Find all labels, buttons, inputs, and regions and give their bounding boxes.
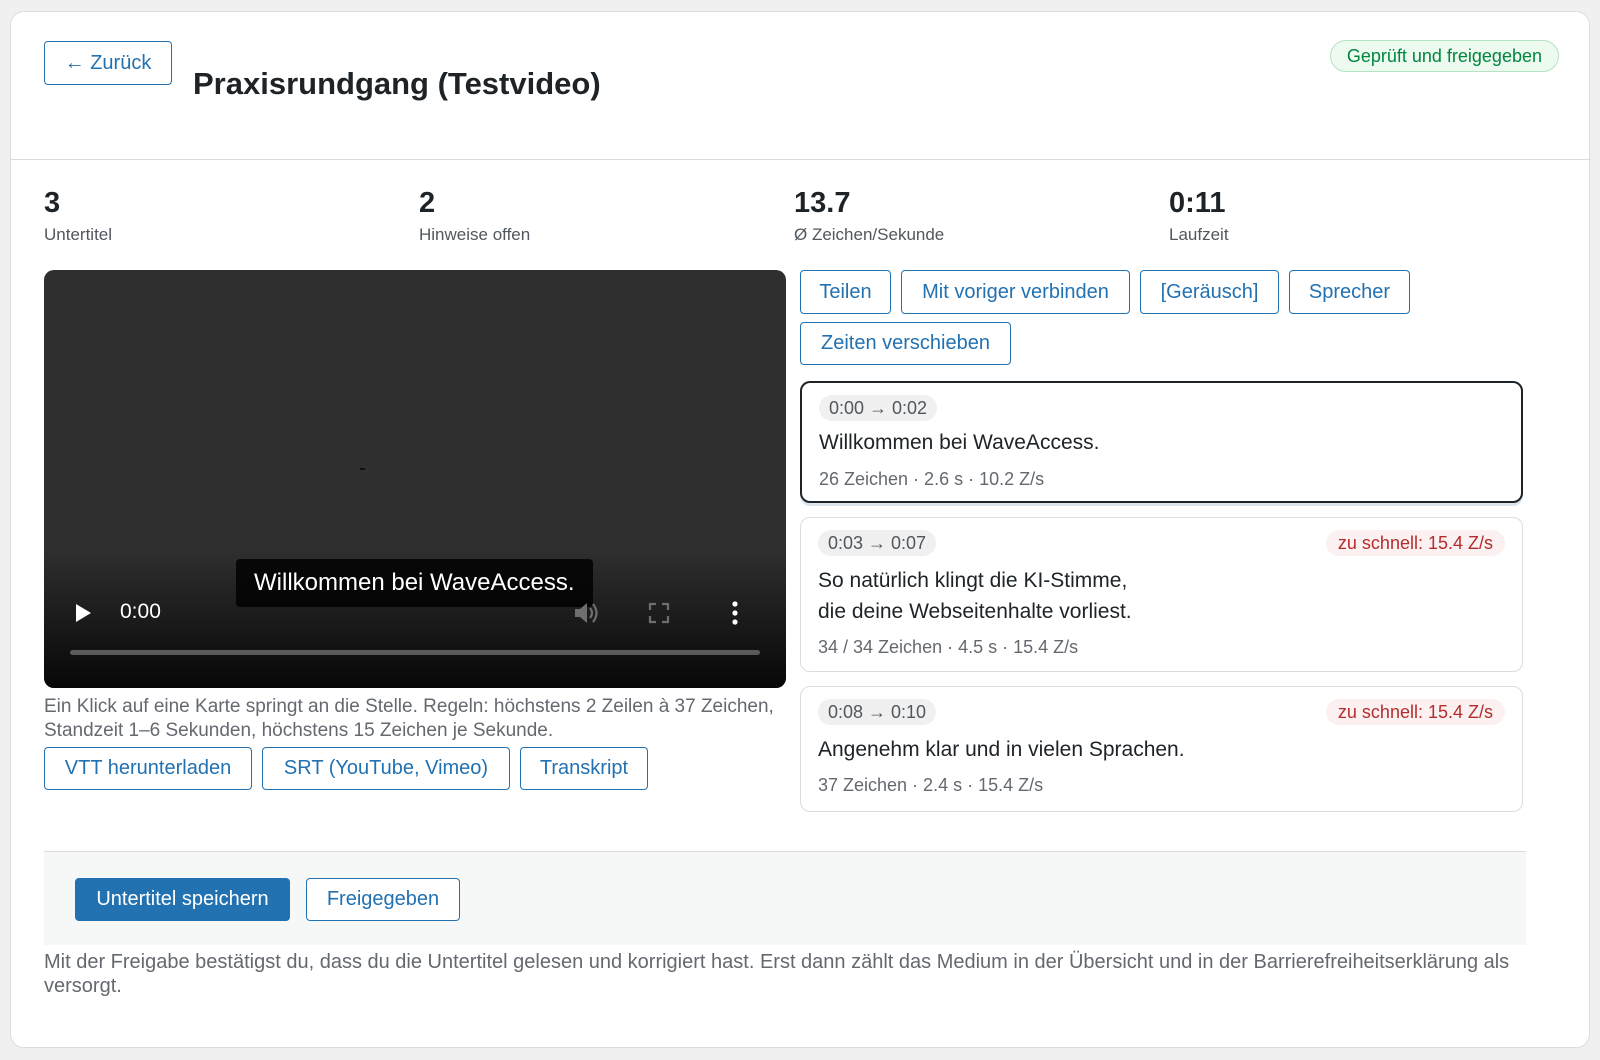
status-badge: Geprüft und freigegeben [1329,40,1559,72]
time-range-badge: 0:03 → 0:07 [818,530,937,556]
video-frame-detail [360,468,365,470]
video-player[interactable]: Willkommen bei WaveAccess. 0:00 [44,270,786,688]
stat-duration: 0:11 Laufzeit [1169,187,1229,245]
page-title: Praxisrundgang (Testvideo) [193,66,601,101]
stat-value: 3 [44,187,61,219]
fullscreen-icon[interactable] [648,602,670,624]
release-note: Mit der Freigabe bestätigst du, dass du … [44,951,1510,997]
release-button[interactable]: Freigegeben [306,878,460,921]
merge-previous-button[interactable]: Mit voriger verbinden [901,270,1130,314]
video-progress-bar[interactable] [70,650,760,655]
time-range-badge: 0:00 → 0:02 [819,395,938,421]
caption-overlay: Willkommen bei WaveAccess. [236,559,593,607]
download-srt-button[interactable]: SRT (YouTube, Vimeo) [262,747,510,790]
stat-label: Ø Zeichen/Sekunde [794,225,945,244]
stat-subtitles: 3 Untertitel [44,187,112,245]
download-vtt-button[interactable]: VTT herunterladen [44,747,252,790]
subtitle-meta: 37 Zeichen · 2.4 s · 15.4 Z/s [818,775,1044,795]
stat-label: Untertitel [44,225,113,244]
stat-open-hints: 2 Hinweise offen [419,187,530,245]
subtitle-line-2: die deine Webseitenhalte vorliest. [818,600,1132,623]
stat-value: 13.7 [794,187,851,219]
subtitle-text: Angenehm klar und in vielen Sprachen. [818,738,1185,761]
speaker-button[interactable]: Sprecher [1289,270,1410,314]
save-subtitles-button[interactable]: Untertitel speichern [75,878,290,921]
subtitle-meta: 26 Zeichen · 2.6 s · 10.2 Z/s [819,469,1045,489]
transcript-button[interactable]: Transkript [520,747,648,790]
speed-warning-badge: zu schnell: 15.4 Z/s [1325,699,1505,725]
stat-label: Laufzeit [1169,225,1229,244]
editor-card: ← Zurück Praxisrundgang (Testvideo) Gepr… [10,11,1591,1048]
subtitle-card-active[interactable]: 0:00 → 0:02 Willkommen bei WaveAccess. 2… [800,381,1523,503]
stat-value: 0:11 [1169,187,1226,219]
subtitle-meta: 34 / 34 Zeichen · 4.5 s · 15.4 Z/s [818,637,1079,657]
speed-warning-badge: zu schnell: 15.4 Z/s [1325,530,1505,556]
shift-times-button[interactable]: Zeiten verschieben [800,322,1011,365]
stat-value: 2 [419,187,436,219]
play-icon[interactable] [76,604,91,622]
split-button[interactable]: Teilen [800,270,891,314]
stat-chars-per-second: 13.7 Ø Zeichen/Sekunde [794,187,944,245]
noise-tag-button[interactable]: [Geräusch] [1140,270,1279,314]
time-range-badge: 0:08 → 0:10 [818,699,937,725]
page-header: ← Zurück Praxisrundgang (Testvideo) Gepr… [11,12,1591,160]
more-options-icon[interactable] [730,600,740,626]
action-bar: Untertitel speichern Freigegeben [44,851,1526,945]
back-button[interactable]: ← Zurück [44,41,172,85]
stat-label: Hinweise offen [419,225,531,244]
volume-icon[interactable] [572,600,600,626]
subtitle-card[interactable]: 0:08 → 0:10 zu schnell: 15.4 Z/s Angeneh… [800,686,1523,812]
subtitle-card[interactable]: 0:03 → 0:07 zu schnell: 15.4 Z/s So natü… [800,517,1523,672]
video-current-time: 0:00 [120,600,161,623]
rules-hint: Ein Klick auf eine Karte springt an die … [44,696,774,741]
subtitle-line-1: So natürlich klingt die KI-Stimme, [818,569,1128,592]
subtitle-text: Willkommen bei WaveAccess. [819,431,1100,454]
